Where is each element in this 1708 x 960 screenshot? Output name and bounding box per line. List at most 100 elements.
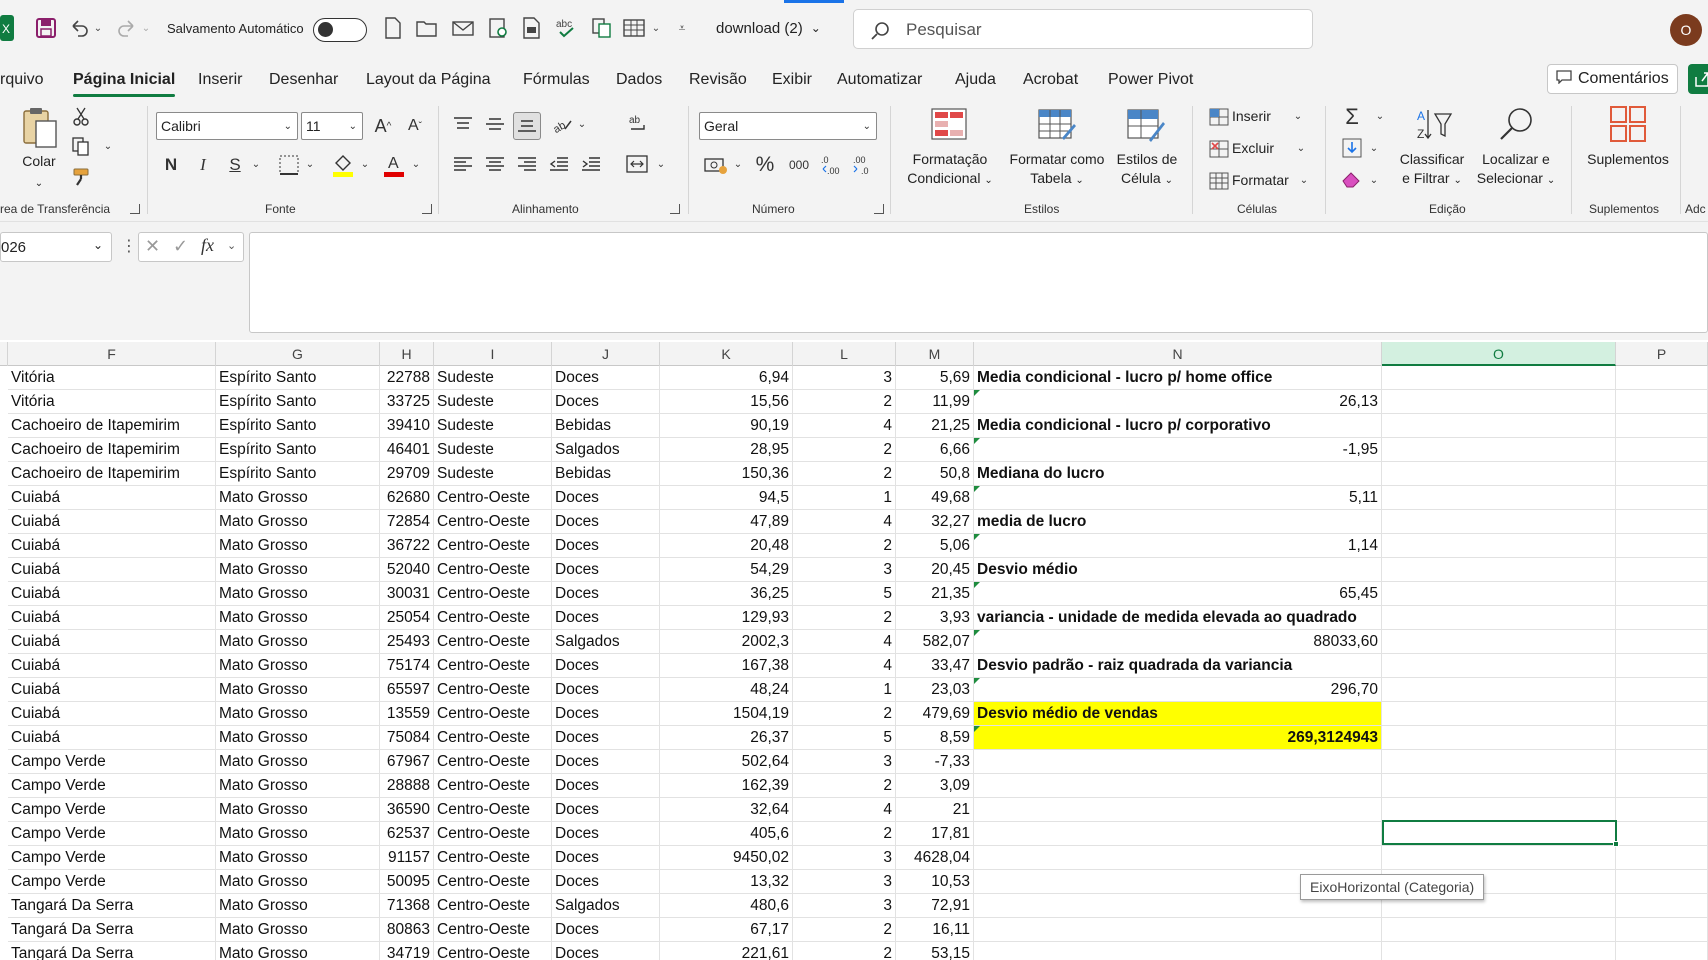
chevron-down-icon[interactable]: ⌄ (227, 239, 236, 252)
paste-dropdown-icon[interactable]: ⌄ (30, 174, 48, 193)
table-cell[interactable]: 75084 (380, 726, 434, 750)
increase-font-icon[interactable]: A ^ (370, 112, 396, 140)
table-cell[interactable]: 167,38 (660, 654, 793, 678)
table-cell[interactable]: Centro-Oeste (434, 774, 552, 798)
copy-dropdown-icon[interactable]: ⌄ (102, 138, 114, 154)
font-color-dropdown-icon[interactable]: ⌄ (410, 156, 422, 172)
table-cell[interactable]: 34719 (380, 942, 434, 960)
table-cell[interactable]: Doces (552, 702, 660, 726)
tab-inserir[interactable]: Inserir (198, 71, 242, 89)
table-cell[interactable]: Campo Verde (8, 798, 216, 822)
table-cell[interactable]: 3 (793, 558, 896, 582)
table-cell[interactable]: 2 (793, 822, 896, 846)
table-cell[interactable]: 91157 (380, 846, 434, 870)
undo-icon[interactable] (68, 14, 90, 42)
insert-cells-button[interactable]: Inserir (1232, 107, 1271, 126)
table-cell[interactable] (974, 846, 1382, 870)
table-cell[interactable]: 54,29 (660, 558, 793, 582)
table-cell[interactable]: Doces (552, 726, 660, 750)
empty-cell[interactable] (1616, 918, 1708, 942)
table-cell[interactable]: Centro-Oeste (434, 726, 552, 750)
table-cell[interactable]: 2 (793, 774, 896, 798)
table-cell[interactable]: 88033,60 (974, 630, 1382, 654)
table-cell[interactable]: Mato Grosso (216, 846, 380, 870)
table-cell[interactable]: 11,99 (896, 390, 974, 414)
table-cell[interactable]: 50095 (380, 870, 434, 894)
empty-cell[interactable] (1616, 726, 1708, 750)
table-cell[interactable]: Cuiabá (8, 702, 216, 726)
table-cell[interactable]: 62537 (380, 822, 434, 846)
table-cell[interactable]: 5 (793, 582, 896, 606)
table-cell[interactable]: 49,68 (896, 486, 974, 510)
column-header-h[interactable]: H (380, 342, 434, 366)
align-bottom-icon[interactable] (513, 112, 541, 140)
document-filename[interactable]: download (2) ⌄ (716, 14, 821, 42)
underline-button[interactable]: S (224, 152, 246, 178)
empty-cell[interactable] (1382, 486, 1616, 510)
table-cell[interactable]: 52040 (380, 558, 434, 582)
table-cell[interactable]: 6,94 (660, 366, 793, 390)
table-cell[interactable]: Doces (552, 366, 660, 390)
empty-cell[interactable] (1382, 750, 1616, 774)
table-cell[interactable]: 4 (793, 654, 896, 678)
underline-dropdown-icon[interactable]: ⌄ (250, 156, 262, 172)
table-cell[interactable]: Doces (552, 606, 660, 630)
table-cell[interactable]: Doces (552, 534, 660, 558)
table-cell[interactable]: 150,36 (660, 462, 793, 486)
table-cell[interactable]: 8,59 (896, 726, 974, 750)
table-cell[interactable]: 6,66 (896, 438, 974, 462)
borders-icon[interactable] (277, 152, 301, 178)
empty-cell[interactable] (1616, 390, 1708, 414)
font-color-icon[interactable]: A (381, 152, 407, 178)
table-cell[interactable]: 72854 (380, 510, 434, 534)
table-cell[interactable]: Desvio padrão - raiz quadrada da varianc… (974, 654, 1382, 678)
table-cell[interactable]: Mato Grosso (216, 870, 380, 894)
format-dropdown-icon[interactable]: ⌄ (1298, 172, 1310, 188)
font-dialog-launcher-icon[interactable] (422, 204, 432, 214)
empty-cell[interactable] (1616, 846, 1708, 870)
table-cell[interactable]: 4 (793, 414, 896, 438)
table-cell[interactable]: 67,17 (660, 918, 793, 942)
redo-dropdown-icon[interactable]: ⌄ (140, 14, 152, 42)
table-cell[interactable]: 50,8 (896, 462, 974, 486)
table-cell[interactable]: 3,09 (896, 774, 974, 798)
table-cell[interactable]: 2002,3 (660, 630, 793, 654)
name-box[interactable]: 026 ⌄ (0, 232, 112, 262)
decrease-indent-icon[interactable] (547, 152, 571, 176)
table-cell[interactable]: 65,45 (974, 582, 1382, 606)
merge-dropdown-icon[interactable]: ⌄ (655, 156, 667, 172)
table-cell[interactable]: Doces (552, 846, 660, 870)
align-left-icon[interactable] (451, 152, 475, 176)
table-cell[interactable]: Cuiabá (8, 558, 216, 582)
fill-icon[interactable] (1340, 136, 1364, 160)
conditional-formatting-icon[interactable] (929, 104, 969, 144)
table-cell[interactable]: 33,47 (896, 654, 974, 678)
table-cell[interactable]: Campo Verde (8, 822, 216, 846)
sort-filter-button[interactable]: Classificar e Filtrar ⌄ (1393, 150, 1471, 190)
column-header-f[interactable]: F (8, 342, 216, 366)
table-cell[interactable]: Campo Verde (8, 846, 216, 870)
table-cell[interactable]: Tangará Da Serra (8, 894, 216, 918)
table-cell[interactable]: Mato Grosso (216, 822, 380, 846)
paste-button[interactable]: Colar (18, 152, 60, 171)
table-cell[interactable]: 3 (793, 870, 896, 894)
table-cell[interactable]: Cuiabá (8, 654, 216, 678)
decrease-font-icon[interactable]: Aˇ (402, 112, 428, 140)
column-header-m[interactable]: M (896, 342, 974, 366)
align-top-icon[interactable] (451, 112, 475, 136)
table-cell[interactable]: 1,14 (974, 534, 1382, 558)
table-cell[interactable]: Vitória (8, 390, 216, 414)
table-cell[interactable]: 129,93 (660, 606, 793, 630)
table-cell[interactable]: Cuiabá (8, 678, 216, 702)
table-cell[interactable]: Mato Grosso (216, 774, 380, 798)
column-header-i[interactable]: I (434, 342, 552, 366)
empty-cell[interactable] (1616, 750, 1708, 774)
table-cell[interactable]: Cachoeiro de Itapemirim (8, 462, 216, 486)
table-cell[interactable]: Centro-Oeste (434, 582, 552, 606)
table-cell[interactable]: -7,33 (896, 750, 974, 774)
table-cell[interactable]: Sudeste (434, 438, 552, 462)
table-cell[interactable]: Desvio médio (974, 558, 1382, 582)
empty-cell[interactable] (1616, 534, 1708, 558)
font-name-select[interactable]: Calibri ⌄ (156, 112, 298, 140)
table-cell[interactable]: 62680 (380, 486, 434, 510)
